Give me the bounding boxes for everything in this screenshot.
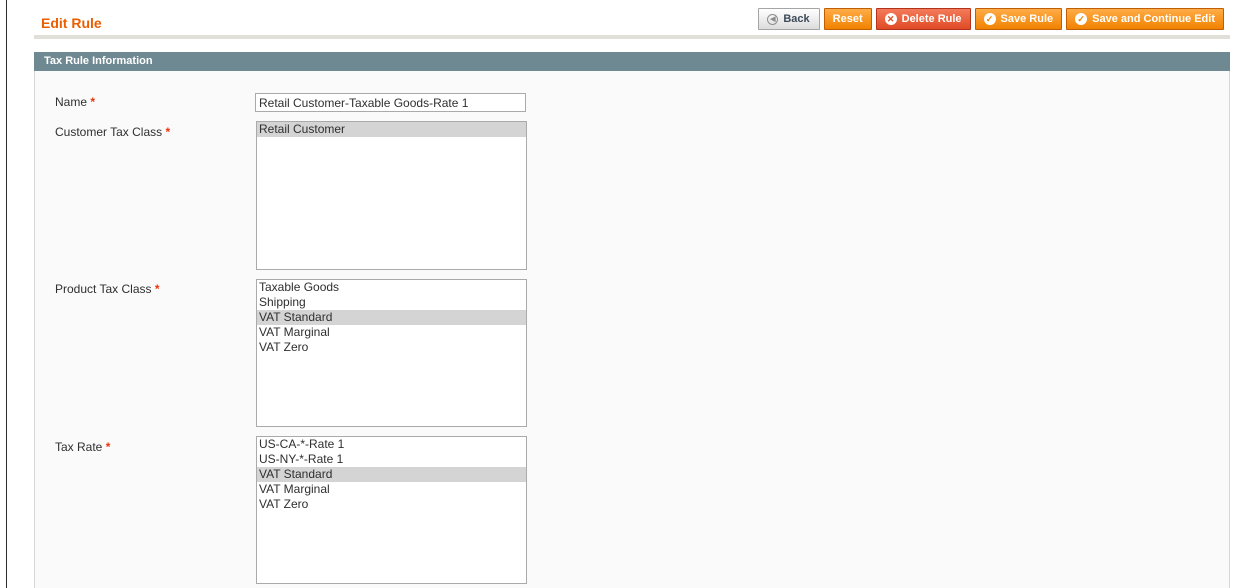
checkmark-icon: ✓ bbox=[1075, 13, 1088, 25]
save-rule-button-label: Save Rule bbox=[1000, 13, 1054, 25]
checkmark-icon: ✓ bbox=[983, 13, 996, 25]
tax-rate-multiselect[interactable]: US-CA-*-Rate 1 US-NY-*-Rate 1 VAT Standard… bbox=[256, 436, 527, 584]
select-option[interactable]: VAT Marginal bbox=[257, 325, 526, 340]
select-option[interactable]: VAT Standard bbox=[257, 467, 526, 482]
save-and-continue-button[interactable]: ✓ Save and Continue Edit bbox=[1066, 8, 1224, 30]
product-tax-class-multiselect[interactable]: Taxable Goods Shipping VAT Standard VAT Mar… bbox=[256, 279, 527, 427]
back-button-label: Back bbox=[783, 13, 810, 25]
reset-button-label: Reset bbox=[832, 13, 863, 25]
select-option[interactable]: VAT Zero bbox=[257, 340, 526, 355]
name-label: Name * bbox=[55, 95, 95, 109]
page-title: Edit Rule bbox=[41, 15, 102, 31]
select-option[interactable]: US-NY-*-Rate 1 bbox=[257, 452, 526, 467]
delete-rule-button[interactable]: ✕ Delete Rule bbox=[875, 8, 971, 30]
tax-rate-label: Tax Rate * bbox=[55, 440, 110, 454]
required-mark: * bbox=[90, 95, 96, 109]
required-mark: * bbox=[154, 282, 160, 296]
save-rule-button[interactable]: ✓ Save Rule bbox=[974, 8, 1063, 30]
reset-button[interactable]: Reset bbox=[823, 8, 872, 30]
select-option[interactable]: Taxable Goods bbox=[257, 280, 526, 295]
name-input[interactable] bbox=[255, 93, 526, 112]
tax-rule-fieldset: Tax Rule Information Name * Customer Tax… bbox=[34, 52, 1230, 588]
select-option[interactable]: Shipping bbox=[257, 295, 526, 310]
customer-tax-class-label: Customer Tax Class * bbox=[55, 125, 170, 139]
tax-rate-label-text: Tax Rate bbox=[55, 440, 103, 454]
required-mark: * bbox=[165, 125, 171, 139]
fieldset-title: Tax Rule Information bbox=[44, 55, 153, 67]
fieldset-header: Tax Rule Information bbox=[34, 52, 1230, 71]
select-option[interactable]: VAT Standard bbox=[257, 310, 526, 325]
delete-x-icon: ✕ bbox=[884, 13, 897, 25]
window-left-edge bbox=[6, 0, 7, 588]
back-arrow-icon: ◀ bbox=[767, 13, 779, 25]
select-option[interactable]: VAT Zero bbox=[257, 497, 526, 512]
form-buttons: ◀ Back Reset ✕ Delete Rule ✓ Save Rule ✓… bbox=[758, 8, 1224, 30]
customer-tax-class-label-text: Customer Tax Class bbox=[55, 125, 163, 139]
header-divider bbox=[34, 35, 1230, 39]
name-label-text: Name bbox=[55, 95, 88, 109]
product-tax-class-label: Product Tax Class * bbox=[55, 282, 160, 296]
select-option[interactable]: VAT Marginal bbox=[257, 482, 526, 497]
customer-tax-class-multiselect[interactable]: Retail Customer bbox=[256, 121, 527, 270]
select-option[interactable]: US-CA-*-Rate 1 bbox=[257, 437, 526, 452]
content-header: Edit Rule ◀ Back Reset ✕ Delete Rule ✓ S… bbox=[34, 4, 1230, 39]
back-button[interactable]: ◀ Back bbox=[758, 8, 820, 30]
delete-rule-button-label: Delete Rule bbox=[901, 13, 962, 25]
save-and-continue-button-label: Save and Continue Edit bbox=[1092, 13, 1215, 25]
required-mark: * bbox=[105, 440, 111, 454]
select-option[interactable]: Retail Customer bbox=[257, 122, 526, 137]
product-tax-class-label-text: Product Tax Class bbox=[55, 282, 152, 296]
